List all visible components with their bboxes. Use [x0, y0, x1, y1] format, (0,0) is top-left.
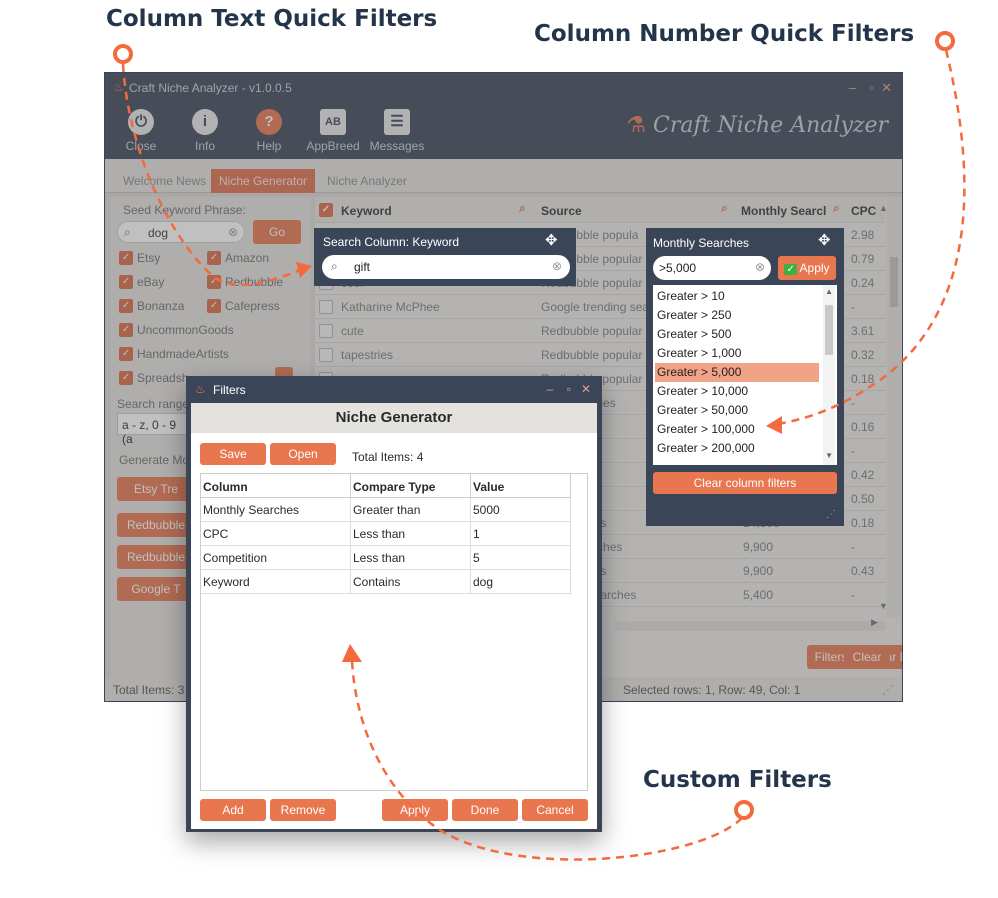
- marker-icon: [734, 800, 754, 820]
- text-filter-arrow: [121, 63, 301, 286]
- number-filter-arrow: [777, 49, 966, 426]
- custom-filter-arrow: [350, 659, 743, 861]
- marker-icon: [113, 44, 133, 64]
- arrowhead-icon: [296, 262, 312, 278]
- marker-icon: [935, 31, 955, 51]
- annotation-arrows: [121, 49, 966, 861]
- arrowhead-icon: [342, 644, 362, 662]
- arrowhead-icon: [766, 416, 782, 434]
